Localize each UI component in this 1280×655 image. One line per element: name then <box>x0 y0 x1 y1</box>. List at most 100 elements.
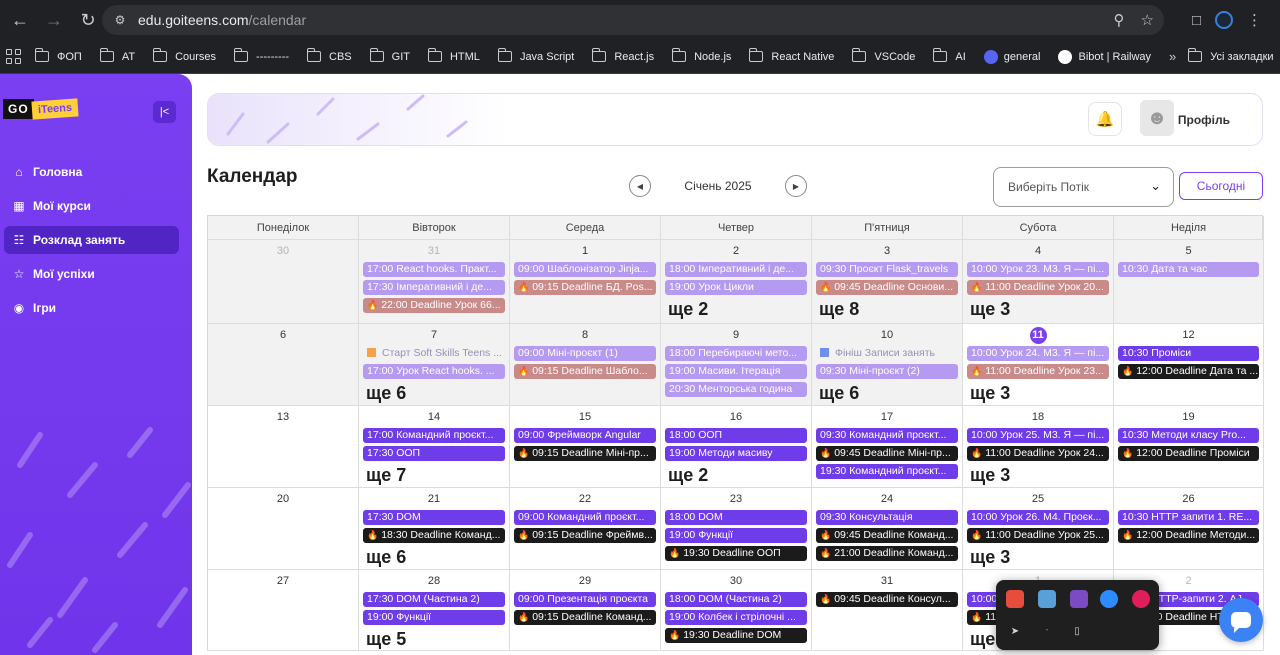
calendar-event[interactable]: 17:30 ООП <box>363 446 505 461</box>
calendar-event[interactable]: 09:30 Консультація <box>816 510 958 525</box>
deadline-event[interactable]: 🔥 09:15 Deadline БД. Pos... <box>514 280 656 295</box>
milestone-event[interactable]: Фініш Записи занять <box>816 346 958 361</box>
calendar-event[interactable]: 18:00 Імперативний і де... <box>665 262 807 277</box>
calendar-event[interactable]: 17:00 Командний проєкт... <box>363 428 505 443</box>
onenote-tray-icon[interactable] <box>1070 590 1088 608</box>
deadline-event[interactable]: 🔥 21:00 Deadline Команд... <box>816 546 958 561</box>
day-cell[interactable]: 20 <box>208 488 359 570</box>
zoom-tray-icon[interactable] <box>1100 590 1118 608</box>
day-cell[interactable]: 23 18:00 DOM 19:00 Функції 🔥 19:30 Deadline … <box>661 488 812 570</box>
day-cell[interactable]: 8 09:00 Міні-проєкт (1) 🔥 09:15 Deadline Ша… <box>510 324 661 406</box>
calendar-event[interactable]: 18:00 ООП <box>665 428 807 443</box>
day-cell[interactable]: 18 10:00 Урок 25. M3. Я — пі... 🔥 11:00 Dea… <box>963 406 1114 488</box>
sidebar-item[interactable]: ☆ Мої успіхи <box>4 260 179 288</box>
bookmark-item[interactable]: --------- <box>234 48 289 63</box>
more-events-link[interactable]: ще 2 <box>668 465 811 486</box>
sidebar-item[interactable]: ☷ Розклад занять <box>4 226 179 254</box>
calendar-event[interactable]: 10:30 Проміси <box>1118 346 1259 361</box>
day-cell[interactable]: 16 18:00 ООП 19:00 Методи масиву ще 2 <box>661 406 812 488</box>
day-cell[interactable]: 14 17:00 Командний проєкт... 17:30 ООП ще 7 <box>359 406 510 488</box>
deadline-event[interactable]: 🔥 09:45 Deadline Міні-пр... <box>816 446 958 461</box>
deadline-event[interactable]: 🔥 18:30 Deadline Команд... <box>363 528 505 543</box>
day-cell[interactable]: 7 Старт Soft Skills Teens ... 17:00 Урок R… <box>359 324 510 406</box>
day-cell[interactable]: 26 10:30 HTTP запити 1. RE... 🔥 12:00 Deadl… <box>1114 488 1264 570</box>
forward-icon[interactable]: → <box>40 6 68 34</box>
bookmark-item[interactable]: Java Script <box>497 48 574 63</box>
deadline-event[interactable]: 🔥 09:15 Deadline Команд... <box>514 610 656 625</box>
more-events-link[interactable]: ще 3 <box>970 547 1113 568</box>
calendar-event[interactable]: 17:30 DOM (Частина 2) <box>363 592 505 607</box>
deadline-event[interactable]: 🔥 09:45 Deadline Команд... <box>816 528 958 543</box>
calendar-event[interactable]: 10:00 Урок 24. M3. Я — пі... <box>967 346 1109 361</box>
calendar-event[interactable]: 10:30 Методи класу Pro... <box>1118 428 1259 443</box>
day-cell[interactable]: 9 18:00 Перебираючі мето... 19:00 Масиви. … <box>661 324 812 406</box>
sidebar-item[interactable]: ▦ Мої курси <box>4 192 179 220</box>
avatar[interactable]: ☻ <box>1140 100 1174 136</box>
bookmark-item[interactable]: GIT <box>369 48 410 63</box>
browser-menu-icon[interactable]: ⋮ <box>1247 11 1262 29</box>
calendar-event[interactable]: 19:00 Функції <box>363 610 505 625</box>
more-events-link[interactable]: ще 2 <box>668 299 811 320</box>
calendar-event[interactable]: 09:00 Шаблонізатор Jinja... <box>514 262 656 277</box>
sidebar-item[interactable]: ⌂ Головна <box>4 158 179 186</box>
milestone-event[interactable]: Старт Soft Skills Teens ... <box>363 346 505 361</box>
day-cell[interactable]: 21 17:30 DOM 🔥 18:30 Deadline Команд... ще 6 <box>359 488 510 570</box>
day-cell[interactable]: 1 09:00 Шаблонізатор Jinja... 🔥 09:15 Deadl… <box>510 240 661 324</box>
bookmark-item[interactable]: Courses <box>153 48 216 63</box>
collapse-sidebar-button[interactable]: |< <box>153 101 176 123</box>
calendar-event[interactable]: 09:00 Командний проєкт... <box>514 510 656 525</box>
more-events-link[interactable]: ще 6 <box>819 383 962 404</box>
day-cell[interactable]: 30 <box>208 240 359 324</box>
extension-react-icon[interactable] <box>1215 11 1233 29</box>
day-cell[interactable]: 11 10:00 Урок 24. M3. Я — пі... 🔥 11:00 Dea… <box>963 324 1114 406</box>
calendar-event[interactable]: 17:00 Урок React hooks. ... <box>363 364 505 379</box>
day-cell[interactable]: 27 <box>208 570 359 651</box>
calendar-event[interactable]: 10:00 Урок 23. M3. Я — пі... <box>967 262 1109 277</box>
calendar-event[interactable]: 18:00 DOM <box>665 510 807 525</box>
bluetooth-tray-icon[interactable]: ᛫ <box>1038 622 1056 640</box>
day-cell[interactable]: 31 17:00 React hooks. Практ... 17:30 Імпер… <box>359 240 510 324</box>
deadline-event[interactable]: 🔥 09:45 Deadline Консул... <box>816 592 958 607</box>
bookmark-item[interactable]: React.js <box>592 48 654 63</box>
url-text[interactable]: edu.goiteens.com/calendar <box>138 12 306 28</box>
calendar-event[interactable]: 09:00 Міні-проєкт (1) <box>514 346 656 361</box>
more-events-link[interactable]: ще 5 <box>366 629 509 650</box>
calendar-event[interactable]: 18:00 Перебираючі мето... <box>665 346 807 361</box>
deadline-event[interactable]: 🔥 09:15 Deadline Фреймв... <box>514 528 656 543</box>
today-button[interactable]: Сьогодні <box>1179 172 1263 200</box>
day-cell[interactable]: 13 <box>208 406 359 488</box>
prev-month-button[interactable]: ◀ <box>629 175 651 197</box>
deadline-event[interactable]: 🔥 11:00 Deadline Урок 23... <box>967 364 1109 379</box>
usb-tray-icon[interactable]: ▯ <box>1068 622 1086 640</box>
day-cell[interactable]: 10 Фініш Записи занять 09:30 Міні-проєкт (… <box>812 324 963 406</box>
day-cell[interactable]: 5 10:30 Дата та час <box>1114 240 1264 324</box>
calendar-event[interactable]: 10:30 Дата та час <box>1118 262 1259 277</box>
calendar-event[interactable]: 19:00 Масиви. Ітерація <box>665 364 807 379</box>
deadline-event[interactable]: 🔥 12:00 Deadline Методи... <box>1118 528 1259 543</box>
calendar-event[interactable]: 19:30 Командний проєкт... <box>816 464 958 479</box>
day-cell[interactable]: 31 🔥 09:45 Deadline Консул... <box>812 570 963 651</box>
slack-tray-icon[interactable] <box>1132 590 1150 608</box>
notifications-bell-icon[interactable]: 🔔 <box>1088 102 1122 136</box>
calendar-event[interactable]: 09:30 Міні-проєкт (2) <box>816 364 958 379</box>
deadline-event[interactable]: 🔥 09:45 Deadline Основи... <box>816 280 958 295</box>
calendar-event[interactable]: 09:30 Командний проєкт... <box>816 428 958 443</box>
deadline-event[interactable]: 🔥 12:00 Deadline Проміси <box>1118 446 1259 461</box>
more-events-link[interactable]: ще 3 <box>970 383 1113 404</box>
bookmark-item[interactable]: HTML <box>427 48 480 63</box>
apps-icon[interactable] <box>6 48 21 65</box>
day-cell[interactable]: 6 <box>208 324 359 406</box>
more-events-link[interactable]: ще 3 <box>970 465 1113 486</box>
chat-tray-icon[interactable] <box>1038 590 1056 608</box>
all-bookmarks-folder[interactable]: Усі закладки <box>1188 48 1274 63</box>
bookmark-item[interactable]: general <box>983 49 1040 64</box>
calendar-event[interactable]: 09:00 Презентація проєкта <box>514 592 656 607</box>
calendar-event[interactable]: 10:00 Урок 26. M4. Проєк... <box>967 510 1109 525</box>
bookmark-item[interactable]: Bibot | Railway <box>1058 49 1151 64</box>
app-tray-icon[interactable] <box>1006 590 1024 608</box>
day-cell[interactable]: 15 09:00 Фреймворк Angular 🔥 09:15 Deadline… <box>510 406 661 488</box>
calendar-event[interactable]: 10:00 Урок 25. M3. Я — пі... <box>967 428 1109 443</box>
more-events-link[interactable]: ще 6 <box>366 547 509 568</box>
calendar-event[interactable]: 19:00 Методи масиву <box>665 446 807 461</box>
calendar-event[interactable]: 19:00 Функції <box>665 528 807 543</box>
